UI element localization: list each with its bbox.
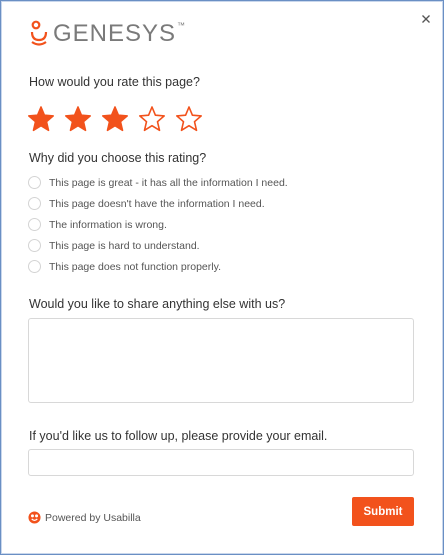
submit-button[interactable]: Submit <box>352 497 414 526</box>
logo-wordmark: GENESYS <box>53 20 177 47</box>
reason-option-label: The information is wrong. <box>49 218 167 231</box>
reason-option[interactable]: This page doesn't have the information I… <box>28 193 288 214</box>
genesys-logo-icon <box>30 20 48 46</box>
star-filled-icon[interactable] <box>101 105 129 133</box>
powered-by-link[interactable]: Powered by Usabilla <box>28 511 141 524</box>
trademark-symbol: ™ <box>177 21 186 30</box>
reason-option[interactable]: This page does not function properly. <box>28 256 288 277</box>
star-empty-icon[interactable] <box>175 105 203 133</box>
rating-question: How would you rate this page? <box>29 75 200 89</box>
reason-option[interactable]: The information is wrong. <box>28 214 288 235</box>
reason-option-label: This page is hard to understand. <box>49 239 200 252</box>
email-question: If you'd like us to follow up, please pr… <box>29 429 328 443</box>
powered-by-label: Powered by Usabilla <box>45 511 141 524</box>
star-filled-icon[interactable] <box>64 105 92 133</box>
reason-option[interactable]: This page is great - it has all the info… <box>28 172 288 193</box>
reason-options: This page is great - it has all the info… <box>28 172 288 277</box>
radio-button[interactable] <box>28 197 41 210</box>
usabilla-icon <box>28 511 41 524</box>
radio-button[interactable] <box>28 260 41 273</box>
radio-button[interactable] <box>28 176 41 189</box>
reason-option-label: This page does not function properly. <box>49 260 221 273</box>
reason-option-label: This page is great - it has all the info… <box>49 176 288 189</box>
reason-option[interactable]: This page is hard to understand. <box>28 235 288 256</box>
reason-question: Why did you choose this rating? <box>29 151 207 165</box>
radio-button[interactable] <box>28 218 41 231</box>
star-empty-icon[interactable] <box>138 105 166 133</box>
comments-question: Would you like to share anything else wi… <box>29 297 286 311</box>
star-rating <box>27 105 203 133</box>
email-field[interactable] <box>28 449 414 476</box>
reason-option-label: This page doesn't have the information I… <box>49 197 265 210</box>
genesys-logo: GENESYS ™ <box>29 19 185 49</box>
comments-textarea[interactable] <box>28 318 414 403</box>
close-icon[interactable] <box>418 11 434 27</box>
radio-button[interactable] <box>28 239 41 252</box>
feedback-dialog: GENESYS ™ How would you rate this page? … <box>0 0 444 555</box>
star-filled-icon[interactable] <box>27 105 55 133</box>
